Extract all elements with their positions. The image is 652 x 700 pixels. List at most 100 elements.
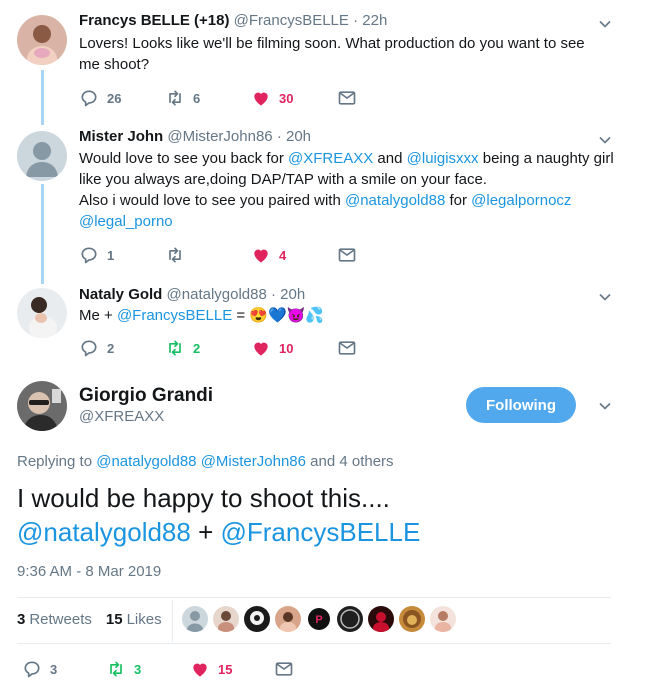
text-fragment: Would love to see you back for xyxy=(79,150,289,167)
tweet-time[interactable]: · 22h xyxy=(353,12,387,29)
like-button[interactable]: 30 xyxy=(251,88,337,108)
reply-count: 1 xyxy=(107,247,115,263)
text-fragment: + xyxy=(190,517,221,547)
chevron-down-icon[interactable] xyxy=(598,290,612,304)
svg-text:P: P xyxy=(315,614,322,626)
author-handle[interactable]: @XFREAXX xyxy=(79,408,164,425)
author-handle[interactable]: @natalygold88 xyxy=(167,286,267,303)
dm-icon xyxy=(338,341,356,355)
liker-avatar[interactable] xyxy=(182,606,208,632)
reply-button[interactable]: 1 xyxy=(79,245,165,265)
tweet-time[interactable]: · 20h xyxy=(277,128,311,145)
text-fragment: being a naughty girl xyxy=(478,150,614,167)
text-fragment: Me + xyxy=(79,307,117,324)
liker-avatar[interactable] xyxy=(244,606,270,632)
divider xyxy=(17,597,611,598)
mention-link[interactable]: @FrancysBELLE xyxy=(117,307,232,324)
liker-avatar[interactable] xyxy=(213,606,239,632)
mention-link[interactable]: @FrancysBELLE xyxy=(221,517,421,547)
dm-button[interactable] xyxy=(274,659,360,679)
like-icon xyxy=(254,249,268,263)
retweets-stat[interactable]: 3 Retweets xyxy=(17,611,92,628)
reply-button[interactable]: 2 xyxy=(79,338,165,358)
reply-icon xyxy=(81,340,97,357)
avatar[interactable] xyxy=(17,15,67,65)
text-fragment: = xyxy=(232,307,250,324)
like-button[interactable]: 10 xyxy=(251,338,337,358)
tweet-actions: 2 2 10 xyxy=(79,338,423,358)
tweet-francys[interactable]: Francys BELLE (+18) @FrancysBELLE · 22h … xyxy=(0,0,652,120)
author-name[interactable]: Francys BELLE (+18) xyxy=(79,12,229,29)
dm-button[interactable] xyxy=(337,88,423,108)
tweet-text: Lovers! Looks like we'll be filming soon… xyxy=(79,33,599,75)
mention-link[interactable]: @legal_porno xyxy=(79,213,173,230)
reply-count: 3 xyxy=(50,661,58,677)
author-name[interactable]: Mister John xyxy=(79,128,163,145)
mention-link[interactable]: @luigisxxx xyxy=(407,150,479,167)
tweet-text-line: me shoot? xyxy=(79,56,150,73)
like-icon xyxy=(254,92,268,106)
author-name[interactable]: Nataly Gold xyxy=(79,286,162,303)
mention-link[interactable]: @natalygold88 xyxy=(345,192,445,209)
author-name[interactable]: Giorgio Grandi xyxy=(79,385,213,407)
likes-stat-label: Likes xyxy=(126,611,162,628)
liker-avatar[interactable] xyxy=(399,606,425,632)
tweet-time[interactable]: · 20h xyxy=(271,286,305,303)
liker-avatar[interactable] xyxy=(337,606,363,632)
reply-icon xyxy=(81,247,97,264)
author-handle[interactable]: @FrancysBELLE xyxy=(234,12,349,29)
tweet-text: Me + @FrancysBELLE = 😍💙😈💦 xyxy=(79,305,599,326)
retweet-count: 3 xyxy=(134,661,142,677)
dm-icon xyxy=(338,248,356,262)
tweet-timestamp[interactable]: 9:36 AM - 8 Mar 2019 xyxy=(17,563,161,580)
retweet-button[interactable]: 3 xyxy=(106,659,190,679)
retweets-stat-label: Retweets xyxy=(29,611,92,628)
tweet-actions: 26 6 30 xyxy=(79,88,423,108)
mention-link[interactable]: @XFREAXX xyxy=(288,150,373,167)
like-button[interactable]: 4 xyxy=(251,245,337,265)
like-button[interactable]: 15 xyxy=(190,659,274,679)
retweet-button[interactable] xyxy=(165,245,251,265)
avatar[interactable] xyxy=(17,131,67,181)
divider xyxy=(17,643,611,644)
like-count: 30 xyxy=(279,90,294,106)
following-button[interactable]: Following xyxy=(466,387,576,423)
author-handle[interactable]: @MisterJohn86 xyxy=(167,128,272,145)
chevron-down-icon[interactable] xyxy=(598,17,612,31)
replying-prefix: Replying to xyxy=(17,453,97,470)
avatar[interactable] xyxy=(17,381,67,431)
liker-avatar[interactable] xyxy=(368,606,394,632)
liker-avatar[interactable] xyxy=(275,606,301,632)
text-fragment: Also i would love to see you paired with xyxy=(79,192,345,209)
chevron-down-icon[interactable] xyxy=(598,399,612,413)
mention-link[interactable]: @legalpornocz xyxy=(471,192,571,209)
retweet-count: 6 xyxy=(193,90,201,106)
liker-avatar[interactable] xyxy=(430,606,456,632)
tweet-mister-john[interactable]: Mister John @MisterJohn86 · 20h Would lo… xyxy=(0,120,652,285)
avatar[interactable] xyxy=(17,288,67,338)
reply-button[interactable]: 26 xyxy=(79,88,165,108)
engagement-stats: 3 Retweets 15 Likes xyxy=(17,611,176,628)
like-count: 4 xyxy=(279,247,287,263)
replying-others[interactable]: and 4 others xyxy=(306,453,393,470)
retweet-button[interactable]: 6 xyxy=(165,88,251,108)
reply-count: 2 xyxy=(107,340,115,356)
tweet-nataly-gold[interactable]: Nataly Gold @natalygold88 · 20h Me + @Fr… xyxy=(0,285,652,370)
reply-button[interactable]: 3 xyxy=(22,659,106,679)
reply-icon xyxy=(81,90,97,107)
likes-stat[interactable]: 15 Likes xyxy=(106,611,162,628)
mention-link[interactable]: @natalygold88 xyxy=(96,453,196,470)
mention-link[interactable]: @natalygold88 xyxy=(17,517,191,547)
retweet-icon xyxy=(169,90,181,106)
chevron-down-icon[interactable] xyxy=(598,133,612,147)
dm-button[interactable] xyxy=(337,245,423,265)
reply-icon xyxy=(24,661,40,678)
dm-button[interactable] xyxy=(337,338,423,358)
tweet-text-line: @legal_porno xyxy=(79,211,619,232)
tweet-text-line: Also i would love to see you paired with… xyxy=(79,190,619,211)
retweets-stat-count: 3 xyxy=(17,611,26,628)
stats-separator xyxy=(172,600,173,642)
liker-avatar[interactable]: P xyxy=(306,606,332,632)
mention-link[interactable]: @MisterJohn86 xyxy=(201,453,306,470)
retweet-button[interactable]: 2 xyxy=(165,338,251,358)
